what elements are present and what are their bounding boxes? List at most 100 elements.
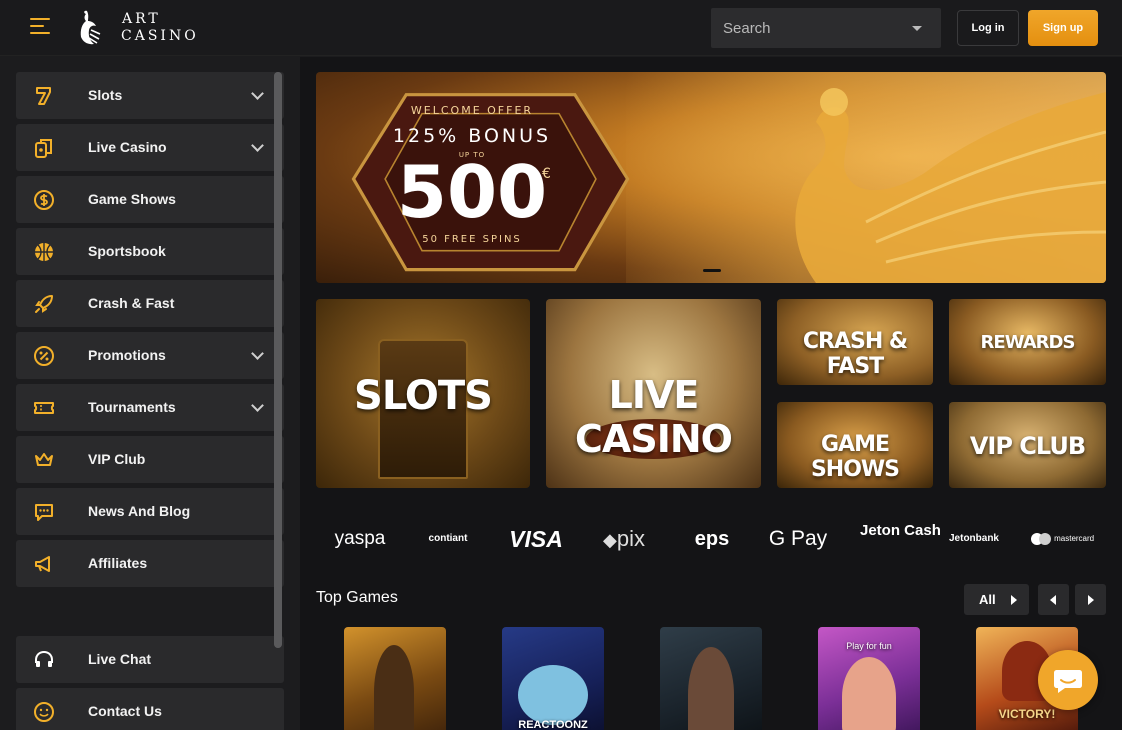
carousel-indicator[interactable] bbox=[703, 269, 721, 272]
sidebar-item-label: Sportsbook bbox=[88, 243, 166, 259]
game-card-play-for-fun[interactable]: Play for fun bbox=[818, 627, 920, 730]
top-header: ART CASINO Log in Sign up bbox=[0, 0, 1122, 56]
tile-title: GAME SHOWS bbox=[810, 432, 900, 482]
payment-logo-eps: eps bbox=[694, 528, 730, 550]
megaphone-icon bbox=[35, 556, 50, 572]
payment-logo-gpay: G Pay bbox=[768, 527, 828, 550]
tile-title: REWARDS bbox=[980, 332, 1076, 353]
hamburger-menu-icon[interactable] bbox=[30, 18, 50, 34]
pix-diamond-icon: ◆ bbox=[603, 530, 617, 550]
logo[interactable]: ART CASINO bbox=[78, 8, 218, 48]
monster-figure bbox=[518, 665, 588, 725]
sidebar-item-vip-club[interactable]: VIP Club bbox=[16, 436, 284, 483]
category-tile-slots[interactable]: SLOTS bbox=[316, 299, 530, 488]
ticket-icon bbox=[34, 402, 54, 414]
games-next-button[interactable] bbox=[1075, 584, 1106, 615]
offer-welcome-text: WELCOME OFFER bbox=[410, 104, 534, 117]
chevron-down-icon[interactable] bbox=[251, 139, 264, 152]
payment-logo-visa: VISA bbox=[509, 526, 563, 552]
sidebar-item-label: Slots bbox=[88, 87, 123, 103]
search-box[interactable] bbox=[711, 8, 941, 48]
chevron-down-icon[interactable] bbox=[251, 399, 264, 412]
sidebar-item-affiliates[interactable]: Affiliates bbox=[16, 540, 284, 587]
sidebar-item-label: Tournaments bbox=[88, 399, 176, 415]
offer-free-spins: 50 FREE SPINS bbox=[422, 234, 522, 245]
game-card-3[interactable] bbox=[660, 627, 762, 730]
sidebar-item-contact-us[interactable]: Contact Us bbox=[16, 688, 284, 730]
sidebar-item-label: Live Chat bbox=[88, 651, 152, 667]
sidebar-item-news-and-blog[interactable]: News And Blog bbox=[16, 488, 284, 535]
category-tile-game-shows[interactable]: GAME SHOWS bbox=[777, 402, 933, 488]
filter-label: All bbox=[979, 592, 996, 607]
games-prev-button[interactable] bbox=[1038, 584, 1069, 615]
game-title: Play for fun bbox=[846, 641, 892, 651]
sidebar-item-label: News And Blog bbox=[88, 503, 191, 519]
chevron-down-icon[interactable] bbox=[251, 87, 264, 100]
sidebar-scrollbar[interactable] bbox=[274, 72, 282, 648]
tile-title: SLOTS bbox=[354, 373, 493, 419]
game-card-reactoonz[interactable]: REACTOONZ bbox=[502, 627, 604, 730]
arrow-right-icon bbox=[1088, 595, 1094, 605]
game-card-book-of-dead[interactable] bbox=[344, 627, 446, 730]
adventurer-figure bbox=[374, 645, 414, 730]
tile-title: LIVE CASINO bbox=[575, 373, 733, 461]
payment-logo-pix: ◆pix bbox=[592, 522, 656, 556]
signup-button[interactable]: Sign up bbox=[1028, 10, 1098, 46]
category-tile-crash-fast[interactable]: CRASH & FAST bbox=[777, 299, 933, 385]
dollar-coin-icon bbox=[34, 190, 54, 210]
sidebar-item-label: Contact Us bbox=[88, 703, 162, 719]
live-chat-fab[interactable] bbox=[1038, 650, 1098, 710]
category-tile-rewards[interactable]: REWARDS bbox=[949, 299, 1106, 385]
category-tile-live-casino[interactable]: LIVE CASINO bbox=[546, 299, 761, 488]
sidebar-item-label: Affiliates bbox=[88, 555, 148, 571]
welcome-offer-banner[interactable]: WELCOME OFFER 125% BONUS UP TO 500 € 50 … bbox=[316, 72, 1106, 283]
character-figure bbox=[842, 657, 896, 730]
games-filter-all[interactable]: All bbox=[964, 584, 1029, 615]
sidebar-item-sportsbook[interactable]: Sportsbook bbox=[16, 228, 284, 275]
chat-bubble-icon bbox=[1054, 670, 1082, 693]
headset-icon bbox=[35, 650, 53, 667]
seven-icon bbox=[36, 87, 51, 105]
logo-text-art: ART bbox=[122, 11, 161, 27]
peacock-illustration bbox=[795, 88, 1106, 283]
search-dropdown-caret-icon[interactable] bbox=[912, 26, 922, 31]
payment-logo-contiant: contiant bbox=[428, 533, 468, 544]
basketball-icon bbox=[35, 243, 53, 261]
sidebar-item-promotions[interactable]: Promotions bbox=[16, 332, 284, 379]
scrollbar-thumb[interactable] bbox=[274, 72, 282, 648]
rocket-icon bbox=[35, 295, 53, 313]
top-games-title: Top Games bbox=[316, 589, 398, 606]
sidebar-item-live-chat[interactable]: Live Chat bbox=[16, 636, 284, 683]
offer-currency: € bbox=[542, 166, 551, 182]
sidebar-item-label: VIP Club bbox=[88, 451, 146, 467]
payment-logo-mastercard: mastercard bbox=[1024, 522, 1100, 556]
payment-logo-mastercard-text: mastercard bbox=[1054, 534, 1095, 543]
login-button[interactable]: Log in bbox=[957, 10, 1019, 46]
chevron-down-icon[interactable] bbox=[251, 347, 264, 360]
sidebar-item-game-shows[interactable]: Game Shows bbox=[16, 176, 284, 223]
payment-logo-jeton-cash: Jeton Cash bbox=[860, 522, 941, 539]
character-figure bbox=[688, 647, 734, 730]
sidebar-item-live-casino[interactable]: Live Casino bbox=[16, 124, 284, 171]
sidebar-item-label: Game Shows bbox=[88, 191, 176, 207]
sidebar-item-slots[interactable]: Slots bbox=[16, 72, 284, 119]
sidebar: Slots Live Casino Game Shows Sportsbook … bbox=[0, 57, 300, 730]
mastercard-circles-icon bbox=[1030, 532, 1051, 545]
payment-methods: yaspa contiant VISA ◆pix eps G Pay Jeton… bbox=[316, 522, 1106, 556]
sidebar-item-label: Live Casino bbox=[88, 139, 167, 155]
peacock-logo-icon bbox=[80, 10, 101, 45]
sidebar-item-crash-fast[interactable]: Crash & Fast bbox=[16, 280, 284, 327]
sidebar-item-label: Crash & Fast bbox=[88, 295, 175, 311]
tile-title: VIP CLUB bbox=[969, 432, 1086, 460]
sidebar-item-tournaments[interactable]: Tournaments bbox=[16, 384, 284, 431]
payment-logo-yaspa: yaspa bbox=[334, 528, 386, 549]
logo-text-casino: CASINO bbox=[121, 28, 199, 44]
payment-logo-pix-text: pix bbox=[616, 526, 645, 551]
offer-amount: 500 bbox=[396, 150, 548, 234]
search-input[interactable] bbox=[711, 8, 901, 48]
smile-icon bbox=[34, 702, 54, 722]
sidebar-item-label: Promotions bbox=[88, 347, 166, 363]
category-tile-vip-club[interactable]: VIP CLUB bbox=[949, 402, 1106, 488]
crown-icon bbox=[35, 453, 53, 466]
percent-icon bbox=[34, 346, 54, 366]
